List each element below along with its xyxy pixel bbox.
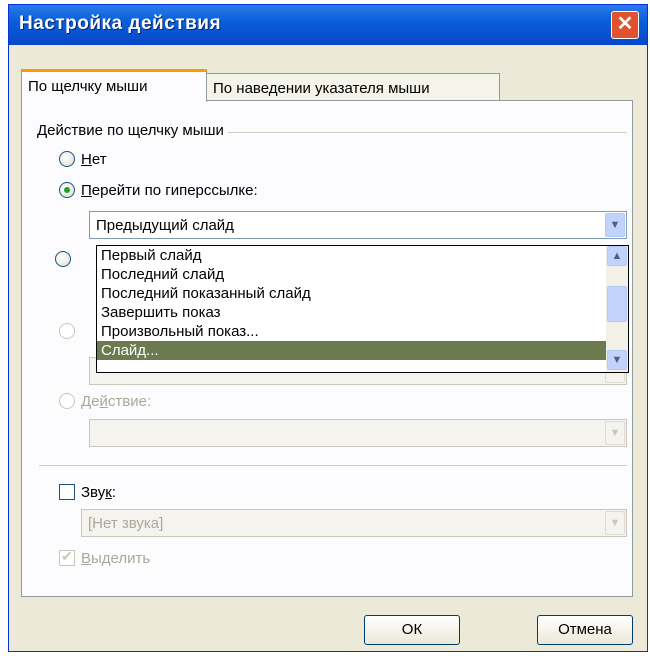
- sound-select[interactable]: [Нет звука] ▼: [81, 509, 627, 537]
- cancel-button[interactable]: Отмена: [537, 615, 633, 645]
- chevron-down-icon: ▼: [611, 354, 623, 366]
- chevron-down-icon[interactable]: ▼: [605, 511, 625, 535]
- dialog-title: Настройка действия: [19, 13, 222, 34]
- radio-action[interactable]: [59, 393, 75, 409]
- sound-select-value: [Нет звука]: [88, 515, 164, 532]
- radio-run-macro[interactable]: [59, 323, 75, 339]
- list-item[interactable]: Завершить показ: [97, 303, 628, 322]
- title-bar[interactable]: Настройка действия ✕: [9, 5, 647, 45]
- chevron-down-icon[interactable]: ▼: [605, 421, 625, 445]
- checkmark-icon: ✔: [61, 548, 73, 564]
- sound-label: Звук:: [81, 484, 116, 501]
- close-icon: ✕: [616, 13, 634, 35]
- action-settings-dialog: Настройка действия ✕ По щелчку мыши По н…: [8, 4, 648, 652]
- highlight-checkbox[interactable]: ✔: [59, 548, 75, 566]
- list-item[interactable]: Произвольный показ...: [97, 322, 628, 341]
- radio-hyperlink[interactable]: [59, 182, 75, 198]
- list-item[interactable]: Последний показанный слайд: [97, 284, 628, 303]
- radio-run-program[interactable]: [55, 251, 71, 267]
- scroll-thumb[interactable]: [607, 286, 627, 322]
- ok-button[interactable]: ОК: [364, 615, 460, 645]
- tab-label: По щелчку мыши: [28, 78, 148, 95]
- list-item[interactable]: Последний слайд: [97, 265, 628, 284]
- tab-label: По наведении указателя мыши: [213, 80, 430, 97]
- tab-on-click[interactable]: По щелчку мыши: [21, 69, 207, 102]
- hyperlink-dropdown-list[interactable]: Первый слайд Последний слайд Последний п…: [96, 245, 629, 373]
- action-select[interactable]: ▼: [89, 419, 627, 447]
- highlight-label: Выделить: [81, 550, 151, 567]
- close-button[interactable]: ✕: [611, 11, 639, 39]
- radio-none[interactable]: [59, 151, 75, 167]
- dropdown-scrollbar[interactable]: ▲ ▼: [606, 246, 628, 372]
- scroll-up-button[interactable]: ▲: [607, 246, 627, 266]
- radio-action-label: Действие:: [81, 393, 152, 410]
- chevron-up-icon: ▲: [611, 250, 623, 262]
- sound-checkbox[interactable]: [59, 484, 75, 500]
- list-item[interactable]: Первый слайд: [97, 246, 628, 265]
- list-item-selected[interactable]: Слайд...: [97, 341, 628, 360]
- hyperlink-select[interactable]: Предыдущий слайд ▼: [89, 211, 627, 239]
- scroll-down-button[interactable]: ▼: [607, 350, 627, 370]
- chevron-down-icon[interactable]: ▼: [605, 213, 625, 237]
- group-title: Действие по щелчку мыши: [37, 122, 228, 139]
- tab-on-hover[interactable]: По наведении указателя мыши: [206, 73, 500, 101]
- radio-none-label: Нет: [81, 151, 107, 168]
- divider: [39, 465, 627, 466]
- radio-hyperlink-label: Перейти по гиперссылке:: [81, 182, 258, 199]
- hyperlink-select-value: Предыдущий слайд: [96, 217, 234, 234]
